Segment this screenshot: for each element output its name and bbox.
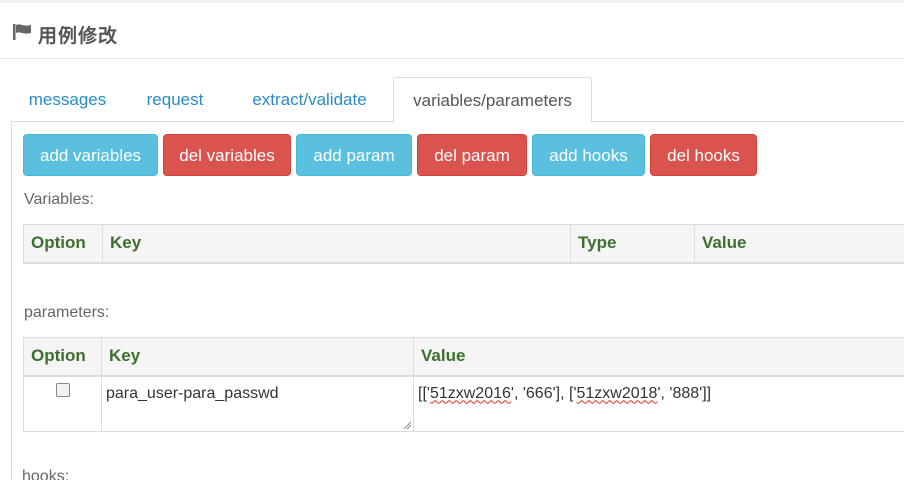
page-header: 用例修改 <box>0 3 904 59</box>
tab-bar: messages request extract/validate variab… <box>11 77 904 123</box>
flag-icon <box>13 24 31 40</box>
parameters-table: Option Key Value para_user-para_passwd [… <box>23 337 904 432</box>
table-row: para_user-para_passwd [['51zxw2016', '66… <box>23 375 904 432</box>
value-cell: [['51zxw2016', '666'], ['51zxw2018', '88… <box>413 375 904 432</box>
parameters-col-key: Key <box>101 337 414 377</box>
variables-label: Variables: <box>24 191 94 208</box>
parameters-col-option: Option <box>23 337 102 377</box>
key-cell: para_user-para_passwd <box>101 375 414 432</box>
del-hooks-button[interactable]: del hooks <box>650 134 757 176</box>
tab-request[interactable]: request <box>124 77 226 122</box>
row-checkbox[interactable] <box>55 382 70 397</box>
tab-variables-parameters[interactable]: variables/parameters <box>393 77 592 123</box>
value-text-part: ', '888']] <box>657 384 712 402</box>
value-text-part: 51zxw2018 <box>576 384 658 402</box>
value-text-part: ', '666'], [' <box>510 384 577 402</box>
tab-messages[interactable]: messages <box>11 77 124 122</box>
page-title: 用例修改 <box>38 25 119 47</box>
variables-col-value: Value <box>694 224 904 264</box>
value-text-part: 51zxw2016 <box>429 384 511 402</box>
parameters-header-row: Option Key Value <box>23 337 904 377</box>
add-hooks-button[interactable]: add hooks <box>532 134 645 176</box>
tab-extract-validate[interactable]: extract/validate <box>226 77 393 122</box>
value-text-part: [[' <box>418 384 430 402</box>
value-textarea[interactable]: [['51zxw2016', '666'], ['51zxw2018', '88… <box>414 377 904 431</box>
resize-handle-icon[interactable] <box>403 421 411 429</box>
parameters-label: parameters: <box>24 304 110 321</box>
add-param-button[interactable]: add param <box>296 134 412 176</box>
option-cell <box>23 375 102 432</box>
key-value: para_user-para_passwd <box>106 384 279 402</box>
variables-col-option: Option <box>23 224 103 264</box>
variables-header-row: Option Key Type Value <box>23 224 904 264</box>
variables-col-key: Key <box>102 224 571 264</box>
hooks-label: hooks: <box>22 468 70 480</box>
del-param-button[interactable]: del param <box>417 134 527 176</box>
variables-table: Option Key Type Value <box>23 224 904 264</box>
add-variables-button[interactable]: add variables <box>23 134 158 176</box>
del-variables-button[interactable]: del variables <box>163 134 291 176</box>
variables-col-type: Type <box>570 224 695 264</box>
key-textarea[interactable]: para_user-para_passwd <box>102 377 413 431</box>
parameters-col-value: Value <box>413 337 904 377</box>
